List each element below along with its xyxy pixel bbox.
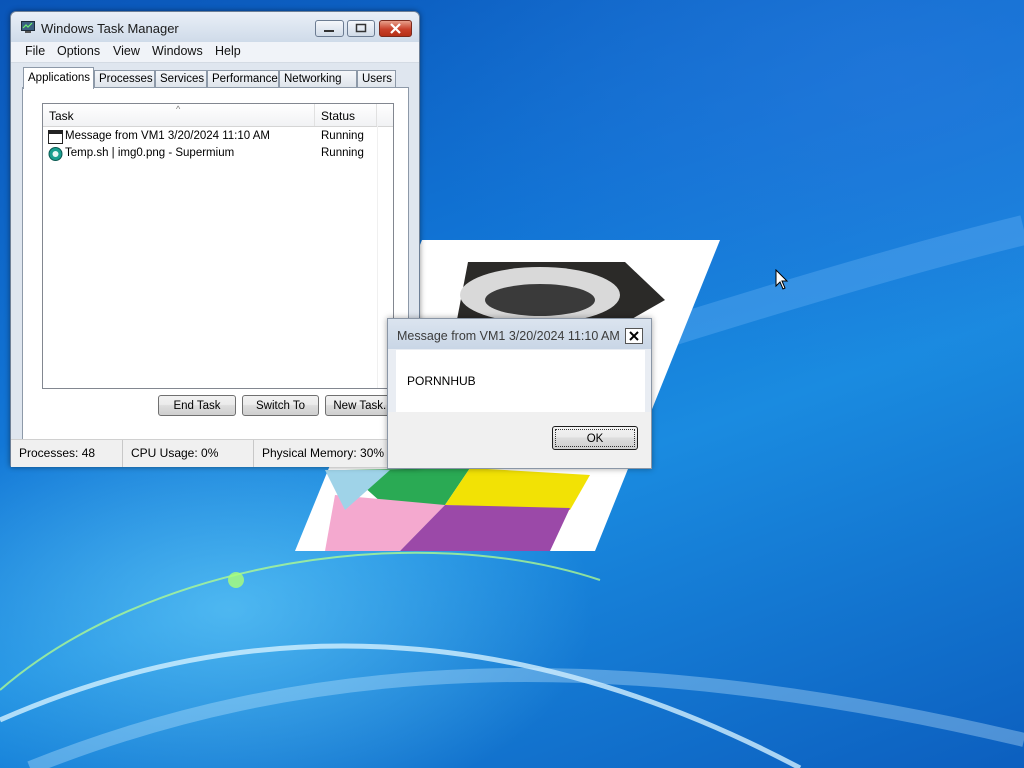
title-bar[interactable]: Windows Task Manager [11,12,419,42]
status-bar: Processes: 48 CPU Usage: 0% Physical Mem… [11,439,419,467]
menu-windows[interactable]: Windows [152,44,203,58]
dialog-body: PORNNHUB [396,350,645,412]
column-status[interactable]: Status [315,104,377,126]
close-button[interactable] [379,20,412,37]
close-icon [390,23,401,34]
column-status-label: Status [321,109,356,123]
tab-processes[interactable]: Processes [94,70,155,88]
table-row[interactable]: Message from VM1 3/20/2024 11:10 AM Runn… [43,129,393,146]
menu-options[interactable]: Options [57,44,100,58]
close-icon [629,331,639,341]
status-processes: Processes: 48 [11,440,123,467]
menu-view[interactable]: View [113,44,140,58]
maximize-icon [355,23,367,33]
maximize-button[interactable] [347,20,375,37]
dialog-message: PORNNHUB [407,374,476,388]
message-dialog[interactable]: Message from VM1 3/20/2024 11:10 AM PORN… [387,318,652,469]
desktop: Windows Task Manager File Options View W… [0,0,1024,768]
dialog-title-bar[interactable]: Message from VM1 3/20/2024 11:10 AM [388,319,651,349]
tab-users[interactable]: Users [357,70,396,88]
ok-button[interactable]: OK [552,426,638,450]
task-manager-icon [21,21,35,33]
sort-ascending-icon: ^ [176,104,181,114]
minimize-icon [324,30,334,32]
menu-file[interactable]: File [25,44,45,58]
column-task-label: Task [49,109,74,123]
list-header: ^ Task Status [43,104,393,127]
tab-performance[interactable]: Performance [207,70,279,88]
dialog-close-button[interactable] [625,328,643,344]
table-row[interactable]: Temp.sh | img0.png - Supermium Running [43,146,393,163]
task-name: Temp.sh | img0.png - Supermium [65,147,235,159]
menu-help[interactable]: Help [215,44,241,58]
dialog-title: Message from VM1 3/20/2024 11:10 AM [397,329,620,343]
task-manager-window[interactable]: Windows Task Manager File Options View W… [10,11,420,467]
applications-panel: ^ Task Status Message from VM1 3/20/2024… [22,87,409,441]
task-status: Running [321,130,364,142]
task-list[interactable]: ^ Task Status Message from VM1 3/20/2024… [42,103,394,389]
tab-networking[interactable]: Networking [279,70,357,88]
status-cpu: CPU Usage: 0% [123,440,254,467]
switch-to-button[interactable]: Switch To [242,395,319,416]
browser-icon [48,147,63,161]
minimize-button[interactable] [315,20,344,37]
mouse-cursor-icon [775,269,789,290]
end-task-button[interactable]: End Task [158,395,236,416]
column-task[interactable]: ^ Task [43,104,315,126]
window-title: Windows Task Manager [41,21,179,36]
menu-bar: File Options View Windows Help [11,42,419,63]
window-icon [48,130,63,144]
tab-services[interactable]: Services [155,70,207,88]
task-name: Message from VM1 3/20/2024 11:10 AM [65,130,270,142]
tab-applications[interactable]: Applications [23,67,94,89]
task-status: Running [321,147,364,159]
